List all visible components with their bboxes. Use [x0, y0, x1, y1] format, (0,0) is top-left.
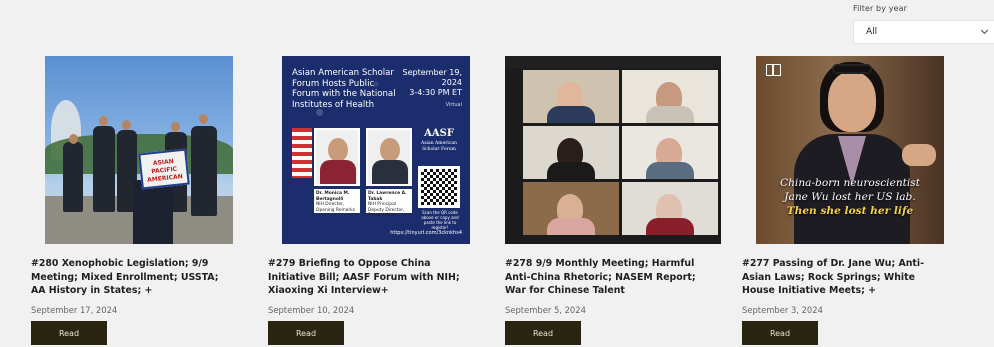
logo-subtext: Asian American Scholar Forum	[421, 141, 457, 152]
head	[199, 114, 208, 124]
caption-line1: China-born neuroscientist	[780, 177, 920, 189]
card-image[interactable]	[505, 56, 721, 244]
face	[828, 72, 876, 132]
year-select-value: All	[866, 27, 878, 37]
video-tile	[622, 126, 718, 179]
card-image[interactable]: Asian American Scholar Forum Hosts Publi…	[282, 56, 470, 244]
speaker-photo	[366, 128, 412, 186]
read-button[interactable]: Read	[742, 321, 818, 345]
newsletter-card: #278 9/9 Monthly Meeting; Harmful Anti-C…	[505, 56, 721, 345]
video-tile	[622, 70, 718, 123]
aasf-logo: AASF Asian American Scholar Forum	[416, 128, 462, 153]
head	[171, 122, 180, 132]
card-date: September 17, 2024	[31, 304, 118, 315]
scan-text: Scan the QR code above or copy and paste…	[421, 210, 459, 230]
video-call-topbar	[505, 56, 721, 68]
filter-label: Filter by year	[853, 4, 907, 13]
head	[69, 134, 78, 144]
read-button[interactable]: Read	[31, 321, 107, 345]
person	[63, 142, 83, 212]
glasses	[832, 64, 872, 74]
podium-sign: ASIAN PACIFIC AMERICAN	[138, 148, 190, 190]
card-title[interactable]: #280 Xenophobic Legislation; 9/9 Meeting…	[31, 257, 236, 298]
speaker1-role: NIH Director, Opening Remarks	[316, 202, 356, 213]
caption-line2: Jane Wu lost her US lab.	[784, 191, 916, 203]
head	[122, 120, 131, 130]
poster-time: 3-4:30 PM ET	[409, 88, 462, 97]
speaker-caption: Dr. Lawrence A. Tabak NIH Principal Depu…	[366, 189, 412, 218]
speaker1-name: Dr. Monica M. Bertagnolli	[316, 191, 350, 202]
poster-heading: Asian American Scholar Forum Hosts Publi…	[292, 68, 396, 110]
card-date: September 10, 2024	[268, 304, 355, 315]
card-image[interactable]: China-born neuroscientist Jane Wu lost h…	[756, 56, 944, 244]
poster-datetime: September 19, 2024 3-4:30 PM ET Virtual	[400, 68, 462, 110]
card-date: September 3, 2024	[742, 304, 823, 315]
speaker-caption: Dr. Monica M. Bertagnolli NIH Director, …	[314, 189, 360, 213]
video-tile	[523, 126, 619, 179]
poster-date: September 19, 2024	[402, 68, 462, 87]
year-filter: Filter by year All	[853, 4, 994, 44]
person	[93, 126, 115, 212]
card-title[interactable]: #277 Passing of Dr. Jane Wu; Anti-Asian …	[742, 257, 947, 298]
read-button[interactable]: Read	[505, 321, 581, 345]
flag	[292, 128, 312, 178]
register-url: https://tinyurl.com/3cknkhs4	[390, 230, 462, 236]
qr-code-icon	[418, 166, 460, 208]
book-open-icon[interactable]	[766, 64, 781, 76]
video-tile	[523, 70, 619, 123]
person	[191, 126, 217, 216]
speaker2-name: Dr. Lawrence A. Tabak	[368, 191, 407, 202]
image-caption: China-born neuroscientist Jane Wu lost h…	[756, 176, 944, 218]
chevron-down-icon	[980, 26, 989, 35]
head	[99, 116, 108, 126]
card-date: September 5, 2024	[505, 304, 586, 315]
hand	[902, 144, 936, 166]
card-image[interactable]: ASIAN PACIFIC AMERICAN	[45, 56, 233, 244]
video-tile	[523, 182, 619, 235]
video-tile	[622, 182, 718, 235]
read-button[interactable]: Read	[268, 321, 344, 345]
podium	[133, 180, 173, 244]
card-title[interactable]: #279 Briefing to Oppose China Initiative…	[268, 257, 473, 298]
logo-text: AASF	[424, 128, 454, 139]
card-title[interactable]: #278 9/9 Monthly Meeting; Harmful Anti-C…	[505, 257, 710, 298]
caption-line3: Then she lost her life	[786, 205, 914, 217]
poster-mode: Virtual	[445, 102, 462, 108]
speaker-photo	[314, 128, 360, 186]
newsletter-card: China-born neuroscientist Jane Wu lost h…	[742, 56, 947, 345]
year-select[interactable]: All	[853, 20, 994, 44]
newsletter-card: ASIAN PACIFIC AMERICAN #280 Xenophobic L…	[31, 56, 236, 345]
newsletter-card: Asian American Scholar Forum Hosts Publi…	[268, 56, 473, 345]
